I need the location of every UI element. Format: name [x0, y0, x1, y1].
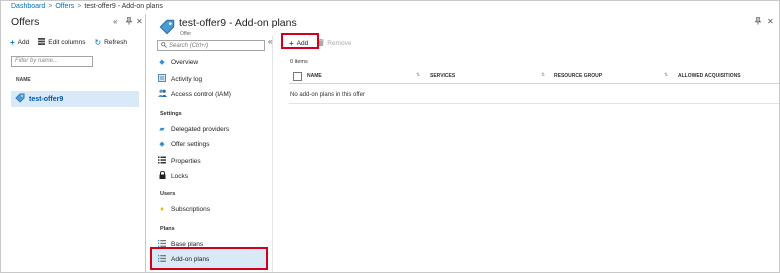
row-divider — [289, 103, 779, 104]
offers-blade-title: Offers — [11, 16, 40, 28]
menu-item-overview[interactable]: ◆ Overview — [158, 59, 198, 66]
item-count: 0 items — [290, 59, 308, 65]
offer-tag-icon — [15, 90, 25, 108]
menu-item-label: Properties — [171, 157, 201, 165]
breadcrumb-separator: > — [77, 3, 82, 10]
menu-item-label: Delegated providers — [171, 126, 230, 133]
menu-item-label: Offer settings — [171, 141, 210, 148]
breadcrumb: Dashboard > Offers > test-offer9 - Add-on pl… — [11, 3, 163, 10]
refresh-button[interactable]: ↻ Refresh — [94, 37, 127, 47]
menu-item-label: Activity log — [171, 75, 203, 83]
column-header-name[interactable]: NAME — [307, 73, 322, 79]
providers-icon: ▰ — [159, 126, 165, 133]
pin-icon[interactable] — [125, 17, 133, 27]
sort-icon[interactable]: ⇅ — [416, 72, 420, 78]
offers-toolbar: + Add Edit columns ↻ Refresh — [10, 38, 127, 47]
trash-icon — [318, 39, 325, 48]
add-offer-label: Add — [17, 39, 30, 46]
addon-plans-blade: test-offer9 - Add-on plans Offer ✕ Searc… — [147, 14, 779, 272]
column-header-resource-group[interactable]: RESOURCE GROUP — [554, 73, 602, 79]
menu-item-offer-settings[interactable]: ◆ Offer settings — [158, 141, 210, 148]
refresh-icon: ↻ — [94, 37, 102, 47]
close-icon[interactable]: ✕ — [767, 17, 774, 26]
offers-blade: Offers « ✕ + Add Edit columns ↻ Refresh … — [1, 14, 146, 272]
menu-item-properties[interactable]: Properties — [158, 156, 201, 166]
lock-icon — [158, 170, 166, 181]
tag-icon: ◆ — [159, 59, 165, 66]
add-offer-button[interactable]: + Add — [10, 37, 30, 47]
highlight-box-add-on-plans — [150, 247, 268, 270]
offer-row[interactable]: test-offer9 — [11, 91, 139, 107]
menu-item-delegated-providers[interactable]: ▰ Delegated providers — [158, 126, 229, 133]
settings-tag-icon: ◆ — [159, 141, 165, 148]
breadcrumb-separator: > — [48, 3, 53, 10]
edit-columns-button[interactable]: Edit columns — [38, 38, 85, 47]
columns-icon — [38, 38, 46, 47]
table-header: NAME ⇅ SERVICES ⇅ RESOURCE GROUP ⇅ ALLOW… — [289, 70, 779, 84]
menu-item-label: Access control (IAM) — [171, 90, 231, 98]
resource-menu: Search (Ctrl+/) « ◆ Overview Activity lo… — [147, 36, 273, 272]
edit-columns-label: Edit columns — [48, 39, 86, 46]
menu-item-label: Subscriptions — [171, 206, 211, 213]
addon-plans-content: + Add Remove 0 items NAME ⇅ SERVICES ⇅ R… — [277, 33, 779, 272]
blade-title: test-offer9 - Add-on plans — [179, 17, 297, 29]
highlight-box-add — [281, 33, 319, 49]
users-icon — [158, 89, 167, 99]
sort-icon[interactable]: ⇅ — [541, 72, 545, 78]
remove-button[interactable]: Remove — [318, 39, 351, 48]
refresh-label: Refresh — [104, 39, 127, 46]
remove-label: Remove — [327, 40, 352, 47]
section-header-plans: Plans — [160, 226, 175, 232]
menu-item-subscriptions[interactable]: ♦ Subscriptions — [158, 206, 210, 213]
column-header-name[interactable]: NAME — [16, 77, 31, 83]
column-header-services[interactable]: SERVICES — [430, 73, 455, 79]
key-icon: ♦ — [160, 206, 164, 213]
breadcrumb-current: test-offer9 - Add-on plans — [84, 3, 163, 10]
close-icon[interactable]: ✕ — [136, 17, 143, 26]
breadcrumb-dashboard[interactable]: Dashboard — [11, 3, 45, 10]
menu-item-activity-log[interactable]: Activity log — [158, 74, 202, 84]
plus-icon: + — [10, 37, 15, 47]
collapse-menu-icon[interactable]: « — [268, 37, 272, 46]
section-header-settings: Settings — [160, 111, 182, 117]
search-icon — [161, 41, 167, 50]
offer-row-label: test-offer9 — [29, 95, 64, 103]
search-placeholder: Search (Ctrl+/) — [169, 42, 209, 49]
menu-item-label: Locks — [171, 172, 188, 180]
column-header-allowed-acquisitions[interactable]: ALLOWED ACQUISITIONS — [678, 73, 741, 79]
select-all-checkbox[interactable] — [293, 72, 302, 81]
collapse-icon[interactable]: « — [113, 17, 117, 26]
activity-log-icon — [158, 74, 166, 84]
sort-icon[interactable]: ⇅ — [664, 72, 668, 78]
breadcrumb-offers[interactable]: Offers — [55, 3, 74, 10]
filter-input[interactable]: Filter by name... — [11, 56, 93, 67]
menu-search-input[interactable]: Search (Ctrl+/) — [157, 40, 265, 51]
menu-item-label: Overview — [171, 59, 199, 66]
section-header-users: Users — [160, 191, 176, 197]
menu-item-locks[interactable]: Locks — [158, 170, 188, 181]
empty-message: No add-on plans in this offer — [290, 92, 365, 98]
properties-icon — [158, 156, 166, 166]
menu-item-access-control[interactable]: Access control (IAM) — [158, 89, 231, 99]
pin-icon[interactable] — [754, 17, 762, 27]
